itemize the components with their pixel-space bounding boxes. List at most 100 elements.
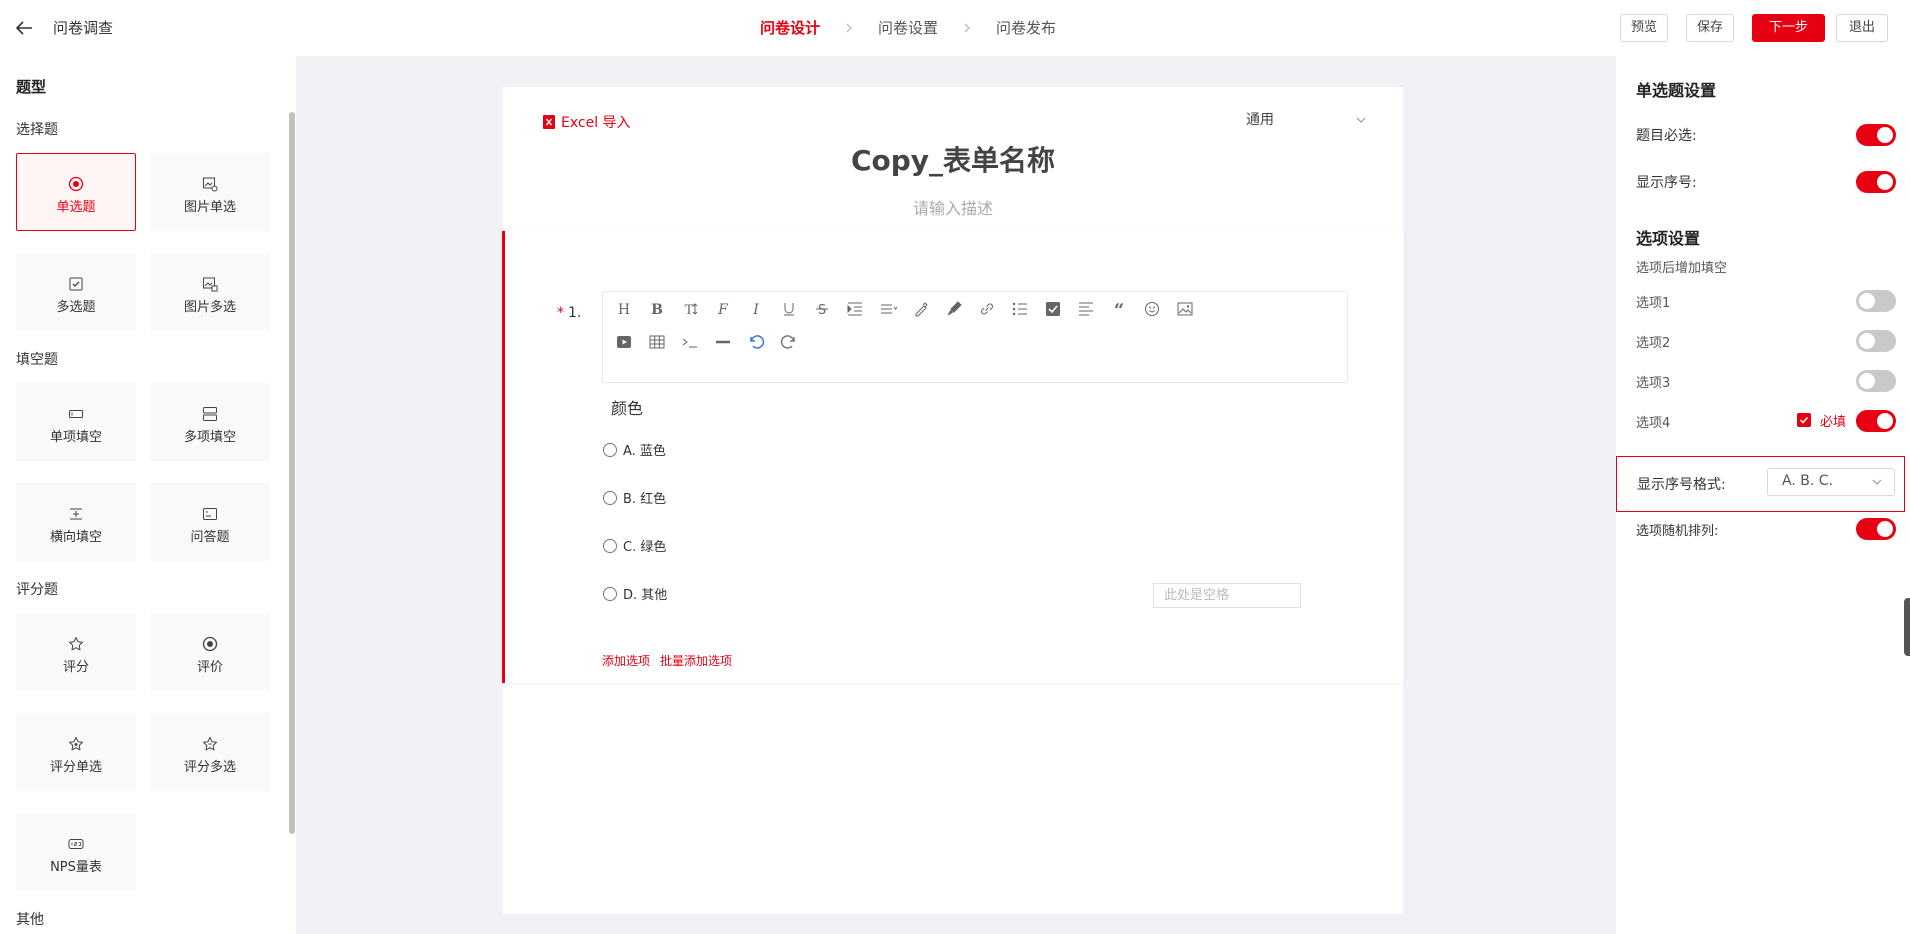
option-b[interactable]: B. 红色 bbox=[603, 488, 666, 507]
divider-icon[interactable] bbox=[713, 332, 733, 352]
type-card-label: 评分单选 bbox=[49, 760, 102, 775]
radio-circle-icon bbox=[603, 586, 617, 601]
add-option-link[interactable]: 添加选项 bbox=[602, 654, 650, 668]
type-card-multi-choice[interactable]: 多选题 bbox=[16, 253, 136, 331]
required-checkbox[interactable] bbox=[1797, 413, 1811, 427]
link-icon[interactable] bbox=[977, 299, 997, 319]
line-height-icon[interactable] bbox=[878, 299, 898, 319]
type-card-image-multi[interactable]: 图片多选 bbox=[150, 253, 270, 331]
number-format-value: A. B. C. bbox=[1782, 473, 1833, 489]
checkbox-icon bbox=[68, 276, 84, 292]
type-card-label: 横向填空 bbox=[49, 530, 102, 545]
step-publish[interactable]: 问卷发布 bbox=[996, 17, 1056, 38]
step-settings[interactable]: 问卷设置 bbox=[878, 17, 938, 38]
option-d-blank-input[interactable]: 此处是空格 bbox=[1153, 583, 1301, 608]
single-blank-icon bbox=[68, 406, 84, 422]
svg-text:“: “ bbox=[1114, 300, 1124, 319]
emoji-icon[interactable] bbox=[1142, 299, 1162, 319]
chevron-right-icon bbox=[842, 21, 856, 35]
heading-icon[interactable]: H bbox=[614, 299, 634, 319]
underline-icon[interactable] bbox=[779, 299, 799, 319]
type-card-rating-single[interactable]: 评分单选 bbox=[16, 713, 136, 791]
type-card-label: 图片多选 bbox=[183, 300, 236, 315]
options-settings-title: 选项设置 bbox=[1636, 229, 1701, 248]
show-number-toggle[interactable] bbox=[1856, 171, 1896, 193]
option-label: C. 绿色 bbox=[623, 540, 667, 555]
back-arrow-icon[interactable] bbox=[14, 18, 36, 38]
redo-icon[interactable] bbox=[779, 332, 799, 352]
todo-list-icon[interactable] bbox=[1043, 299, 1063, 319]
save-button[interactable]: 保存 bbox=[1686, 14, 1735, 42]
settings-panel: 单选题设置 题目必选: 显示序号: 选项设置 选项后增加填空 选项1 选项2 选… bbox=[1616, 56, 1910, 934]
type-card-label: 问答题 bbox=[190, 530, 230, 545]
preview-button[interactable]: 预览 bbox=[1620, 14, 1669, 42]
next-step-button[interactable]: 下一步 bbox=[1752, 14, 1826, 42]
bulk-add-option-link[interactable]: 批量添加选项 bbox=[660, 654, 732, 668]
bold-icon[interactable]: B bbox=[647, 299, 667, 319]
side-drawer-handle[interactable] bbox=[1904, 598, 1910, 656]
random-order-toggle[interactable] bbox=[1856, 518, 1896, 540]
form-description-input[interactable]: 请输入描述 bbox=[503, 195, 1403, 219]
option-fill-toggle-2[interactable] bbox=[1856, 330, 1896, 352]
option-fill-toggle-1[interactable] bbox=[1856, 290, 1896, 312]
quote-icon[interactable]: “ bbox=[1109, 299, 1129, 319]
strikethrough-icon[interactable]: S bbox=[812, 299, 832, 319]
sidebar-scrollbar[interactable] bbox=[289, 112, 295, 834]
type-card-single-blank[interactable]: 单项填空 bbox=[16, 383, 136, 461]
video-icon[interactable] bbox=[614, 332, 634, 352]
indent-icon[interactable] bbox=[845, 299, 865, 319]
question-type-sidebar: 题型 选择题 单选题 图片单选 多选题 图片多选 填空题 单项填空 多项填空 横… bbox=[0, 56, 290, 934]
type-card-rating-multi[interactable]: 评分多选 bbox=[150, 713, 270, 791]
option-label: B. 红色 bbox=[623, 492, 667, 507]
option-a[interactable]: A. 蓝色 bbox=[603, 440, 666, 459]
type-card-multi-blank[interactable]: 多项填空 bbox=[150, 383, 270, 461]
group-title-blank: 填空题 bbox=[16, 352, 58, 368]
type-card-image-single[interactable]: 图片单选 bbox=[150, 153, 270, 231]
image-radio-icon bbox=[202, 176, 218, 192]
number-format-select[interactable]: A. B. C. bbox=[1767, 468, 1895, 496]
question-number: * 1. bbox=[557, 305, 581, 321]
code-icon[interactable] bbox=[680, 332, 700, 352]
app-root: 问卷调查 问卷设计 问卷设置 问卷发布 预览 保存 下一步 退出 题型 选择题 … bbox=[0, 0, 1910, 934]
type-card-essay[interactable]: 问答题 bbox=[150, 483, 270, 561]
page-title: 问卷调查 bbox=[53, 19, 114, 37]
option-c[interactable]: C. 绿色 bbox=[603, 536, 666, 555]
option-fill-toggle-3[interactable] bbox=[1856, 370, 1896, 392]
sidebar-heading: 题型 bbox=[16, 78, 47, 96]
type-card-label: 单选题 bbox=[56, 200, 96, 215]
type-card-horizontal-blank[interactable]: 横向填空 bbox=[16, 483, 136, 561]
excel-import-link[interactable]: Excel 导入 bbox=[543, 112, 631, 132]
font-color-icon[interactable] bbox=[911, 299, 931, 319]
step-design[interactable]: 问卷设计 bbox=[760, 17, 820, 38]
required-mark: * bbox=[557, 305, 564, 321]
question-block[interactable]: * 1. H B T F I S “ 颜色 A. 蓝色 B. 红色 C. 绿色 D. 其他 此… bbox=[502, 231, 1404, 683]
chevron-right-icon bbox=[960, 21, 974, 35]
image-icon[interactable] bbox=[1175, 299, 1195, 319]
table-icon[interactable] bbox=[647, 332, 667, 352]
undo-icon[interactable] bbox=[746, 332, 766, 352]
svg-text:I: I bbox=[752, 302, 759, 318]
svg-text:H: H bbox=[618, 302, 630, 318]
category-select[interactable]: 通用 bbox=[1246, 109, 1376, 131]
question-text[interactable]: 颜色 bbox=[611, 395, 643, 419]
italic-icon[interactable]: I bbox=[746, 299, 766, 319]
type-card-rating[interactable]: 评分 bbox=[16, 613, 136, 691]
bullet-list-icon[interactable] bbox=[1010, 299, 1030, 319]
type-card-single-choice[interactable]: 单选题 bbox=[16, 153, 136, 231]
radio-icon bbox=[68, 176, 84, 192]
radio-circle-icon bbox=[603, 538, 617, 553]
required-toggle[interactable] bbox=[1856, 124, 1896, 146]
star-icon bbox=[68, 636, 84, 652]
justify-icon[interactable] bbox=[1076, 299, 1096, 319]
type-card-nps[interactable]: NPS量表 bbox=[16, 813, 136, 891]
background-color-icon[interactable] bbox=[944, 299, 964, 319]
option-d[interactable]: D. 其他 bbox=[603, 584, 667, 603]
number-format-label: 显示序号格式: bbox=[1637, 477, 1726, 493]
font-size-icon[interactable]: T bbox=[680, 299, 700, 319]
option-fill-toggle-4[interactable] bbox=[1856, 410, 1896, 432]
form-title[interactable]: Copy_表单名称 bbox=[503, 139, 1403, 179]
exit-button[interactable]: 退出 bbox=[1836, 14, 1889, 42]
type-card-evaluate[interactable]: 评价 bbox=[150, 613, 270, 691]
radio-circle-icon bbox=[603, 490, 617, 505]
font-family-icon[interactable]: F bbox=[713, 299, 733, 319]
